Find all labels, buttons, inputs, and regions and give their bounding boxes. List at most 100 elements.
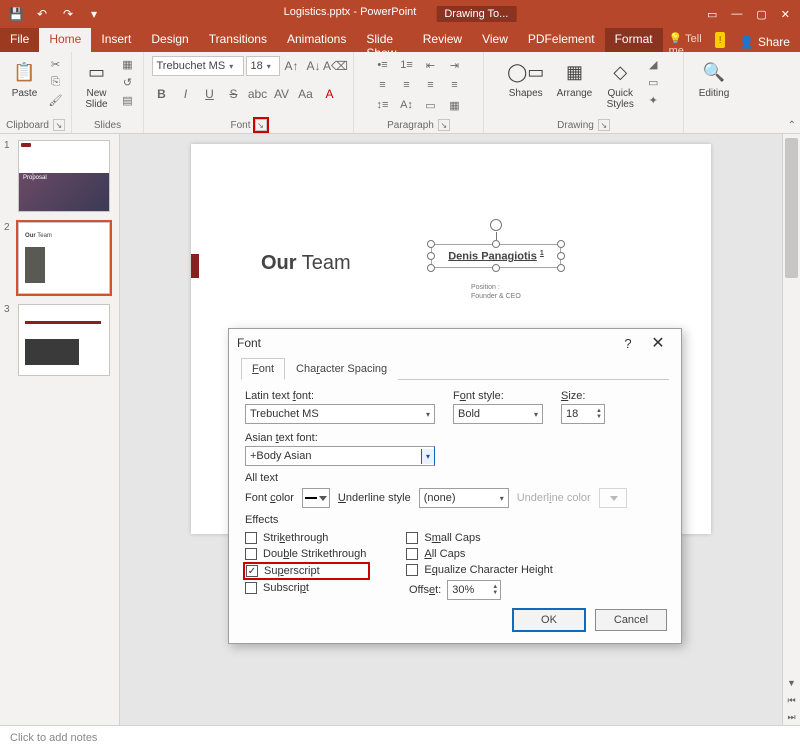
thumbnail-1[interactable]: 1 ProjectProposal [4, 140, 115, 212]
clipboard-launcher[interactable]: ↘ [53, 119, 65, 131]
equalize-checkbox[interactable]: Equalize Character Height [406, 564, 552, 576]
shape-fill-button[interactable]: ◢ [644, 56, 662, 72]
arrange-button[interactable]: ▦Arrange [553, 56, 597, 101]
window-restore-icon[interactable]: ▢ [756, 8, 766, 21]
dialog-titlebar[interactable]: Font ? ✕ [229, 329, 681, 357]
tab-transitions[interactable]: Transitions [199, 28, 277, 52]
warning-icon[interactable]: ! [715, 32, 725, 48]
tab-review[interactable]: Review [413, 28, 472, 52]
small-caps-checkbox[interactable]: Small Caps [406, 532, 552, 544]
dialog-close-icon[interactable]: ✕ [643, 333, 673, 353]
redo-icon[interactable]: ↷ [60, 6, 76, 22]
thumbnail-2[interactable]: 2 Our Team [4, 222, 115, 294]
text-direction-button[interactable]: A↕ [396, 96, 418, 114]
layout-button[interactable]: ▦ [119, 56, 137, 72]
resize-handle[interactable] [557, 264, 565, 272]
tab-pdf[interactable]: PDFelement [518, 28, 605, 52]
resize-handle[interactable] [427, 264, 435, 272]
resize-handle[interactable] [492, 264, 500, 272]
asian-font-select[interactable]: +Body Asian▾ [245, 446, 435, 466]
font-launcher[interactable]: ↘ [255, 119, 267, 131]
shape-effects-button[interactable]: ✦ [644, 92, 662, 108]
dialog-tab-font[interactable]: FFontont [241, 358, 285, 380]
save-icon[interactable]: 💾 [8, 6, 24, 22]
new-slide-button[interactable]: ▭ New Slide [79, 56, 115, 112]
notes-pane[interactable]: Click to add notes [0, 725, 800, 749]
align-left-button[interactable]: ≡ [372, 76, 394, 94]
scroll-down-icon[interactable]: ▼ [783, 675, 800, 691]
tab-view[interactable]: View [472, 28, 518, 52]
font-color-swatch[interactable] [302, 488, 330, 508]
resize-handle[interactable] [557, 240, 565, 248]
title-our-team[interactable]: Our Team [261, 252, 351, 275]
cancel-button[interactable]: Cancel [595, 609, 667, 631]
strike-button[interactable]: S [224, 84, 244, 104]
font-color-button[interactable]: A [320, 84, 340, 104]
smartart-button[interactable]: ▦ [444, 96, 466, 114]
rotate-handle-icon[interactable] [490, 219, 502, 231]
shrink-font-button[interactable]: A↓ [304, 56, 324, 76]
indent-dec-button[interactable]: ⇤ [420, 56, 442, 74]
undo-icon[interactable]: ↶ [34, 6, 50, 22]
copy-button[interactable]: ⎘ [47, 74, 65, 90]
bold-button[interactable]: B [152, 84, 172, 104]
editing-button[interactable]: 🔍Editing [695, 56, 734, 101]
numbering-button[interactable]: 1≡ [396, 56, 418, 74]
paragraph-launcher[interactable]: ↘ [438, 119, 450, 131]
prev-slide-icon[interactable]: ⏮ [783, 692, 800, 708]
tab-slideshow[interactable]: Slide Show [356, 28, 412, 52]
subscript-checkbox[interactable]: Subscript [245, 582, 366, 594]
quick-styles-button[interactable]: ◇Quick Styles [602, 56, 638, 112]
resize-handle[interactable] [427, 252, 435, 260]
dialog-help-icon[interactable]: ? [613, 333, 643, 353]
align-center-button[interactable]: ≡ [396, 76, 418, 94]
shapes-button[interactable]: ◯▭Shapes [505, 56, 547, 101]
strike-checkbox[interactable]: Strikethrough [245, 532, 366, 544]
superscript-checkbox[interactable]: Superscript [246, 565, 364, 577]
font-size-combo[interactable]: 18▾ [246, 56, 280, 76]
offset-spinner[interactable]: 30%▲▼ [447, 580, 501, 600]
underline-style-select[interactable]: (none)▾ [419, 488, 509, 508]
paste-button[interactable]: 📋 Paste [7, 56, 43, 101]
window-close-icon[interactable]: ✕ [781, 8, 790, 21]
dialog-tab-spacing[interactable]: Character SpacingCharacter Spacing [285, 358, 398, 380]
ribbon-options-icon[interactable]: ▭ [707, 8, 717, 21]
double-strike-checkbox[interactable]: Double Strikethrough [245, 548, 366, 560]
scroll-thumb[interactable] [785, 138, 798, 278]
format-painter-button[interactable]: 🖌 [47, 92, 65, 108]
shape-outline-button[interactable]: ▭ [644, 74, 662, 90]
tab-file[interactable]: File [0, 28, 39, 52]
font-style-select[interactable]: Bold▾ [453, 404, 543, 424]
latin-font-select[interactable]: Trebuchet MS▾ [245, 404, 435, 424]
resize-handle[interactable] [557, 252, 565, 260]
tab-animations[interactable]: Animations [277, 28, 356, 52]
size-spinner[interactable]: 18▲▼ [561, 404, 605, 424]
resize-handle[interactable] [492, 240, 500, 248]
shadow-button[interactable]: abc [248, 84, 268, 104]
drawing-launcher[interactable]: ↘ [598, 119, 610, 131]
vertical-scrollbar[interactable]: ▲ ▼ ⏮ ⏭ [782, 134, 800, 725]
window-minimize-icon[interactable]: — [731, 8, 742, 20]
tab-insert[interactable]: Insert [91, 28, 141, 52]
next-slide-icon[interactable]: ⏭ [783, 709, 800, 725]
grow-font-button[interactable]: A↑ [282, 56, 302, 76]
cut-button[interactable]: ✂ [47, 56, 65, 72]
clear-format-button[interactable]: A⌫ [326, 56, 346, 76]
bullets-button[interactable]: •≡ [372, 56, 394, 74]
section-button[interactable]: ▤ [119, 92, 137, 108]
tab-format[interactable]: Format [605, 28, 663, 52]
qat-customize-icon[interactable]: ▾ [86, 6, 102, 22]
selected-textbox[interactable]: Denis Panagiotis 1 [431, 244, 561, 268]
ok-button[interactable]: OK [513, 609, 585, 631]
collapse-ribbon-icon[interactable]: ⌃ [788, 120, 796, 131]
reset-button[interactable]: ↺ [119, 74, 137, 90]
tell-me-search[interactable]: 💡 Tell me... [663, 28, 712, 52]
thumbnail-3[interactable]: 3 [4, 304, 115, 376]
change-case-button[interactable]: Aa [296, 84, 316, 104]
align-right-button[interactable]: ≡ [420, 76, 442, 94]
char-spacing-button[interactable]: AV [272, 84, 292, 104]
tab-home[interactable]: Home [39, 28, 91, 52]
share-button[interactable]: 👤 Share [729, 28, 800, 52]
justify-button[interactable]: ≡ [444, 76, 466, 94]
all-caps-checkbox[interactable]: All Caps [406, 548, 552, 560]
